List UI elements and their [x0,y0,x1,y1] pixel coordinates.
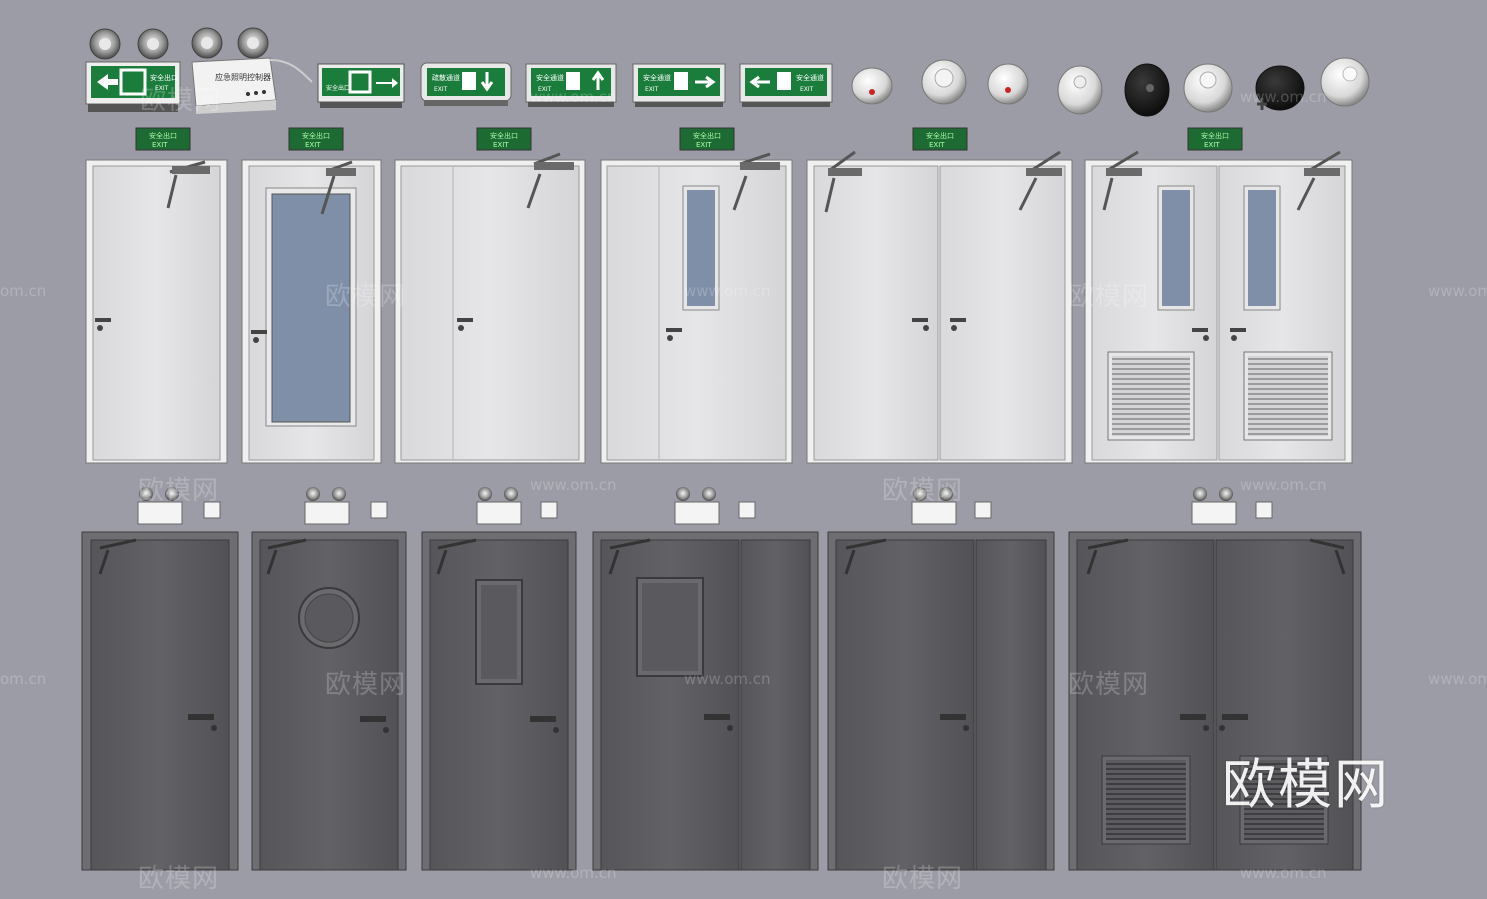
svg-text:EXIT: EXIT [800,86,814,93]
fire-door-product-sheet: 安全出口 EXIT 应急照明控制器 安全出口 疏散通道 EXIT 安全通道 EX… [0,0,1487,895]
svg-text:安全出口: 安全出口 [926,131,954,140]
svg-text:EXIT: EXIT [493,141,509,149]
gray-door-porthole [251,531,407,871]
svg-text:安全出口: 安全出口 [490,131,518,140]
gray-door-narrow-window [421,531,577,871]
svg-text:安全通道: 安全通道 [796,73,824,82]
svg-text:EXIT: EXIT [645,86,659,93]
white-door-wide-1 [394,152,586,464]
svg-text:应急照明控制器: 应急照明控制器 [215,72,271,82]
gray-door-double [827,531,1055,871]
passage-sign-left: 安全通道 EXIT [739,63,833,107]
passage-sign-right: 安全通道 EXIT [632,63,726,107]
svg-text:EXIT: EXIT [155,85,169,92]
svg-text:疏散通道: 疏散通道 [432,73,460,82]
svg-text:安全出口: 安全出口 [149,131,177,140]
svg-text:安全出口: 安全出口 [693,131,721,140]
mid-emergency-lights [137,487,1273,525]
svg-text:安全出口: 安全出口 [302,131,330,140]
svg-text:安全出口: 安全出口 [1201,131,1229,140]
evacuation-sign-down: 疏散通道 EXIT [420,62,512,106]
brand-watermark-large: 欧模网 [1222,753,1390,816]
svg-text:EXIT: EXIT [929,141,945,149]
white-door-double [806,150,1073,464]
emergency-lamp-1 [89,28,169,60]
svg-text:安全通道: 安全通道 [536,73,564,82]
svg-text:EXIT: EXIT [152,141,168,149]
white-door-vision-panel [600,152,793,464]
gray-door-unequal-double [592,531,819,871]
gray-door-double-louvered [1068,531,1362,871]
svg-text:EXIT: EXIT [1204,141,1220,149]
white-door-single-1 [85,159,228,464]
svg-text:安全出口: 安全出口 [326,84,350,92]
svg-text:EXIT: EXIT [305,141,321,149]
gray-door-single-1 [81,531,239,871]
white-door-double-louvered [1084,150,1353,464]
svg-text:安全通道: 安全通道 [643,73,671,82]
emergency-power-box: 应急照明控制器 [191,57,313,114]
white-door-glass [241,159,382,464]
exit-sign-right-arrow: 安全出口 [317,63,405,108]
svg-text:EXIT: EXIT [434,86,448,93]
emergency-lamp-2 [191,27,269,59]
svg-text:EXIT: EXIT [538,86,552,93]
smoke-detectors [851,57,1370,117]
svg-text:EXIT: EXIT [696,141,712,149]
exit-sign-text: 安全出口 [150,73,178,82]
exit-sign-left-arrow: 安全出口 EXIT [85,61,181,112]
passage-sign-up: 安全通道 EXIT [525,63,617,107]
